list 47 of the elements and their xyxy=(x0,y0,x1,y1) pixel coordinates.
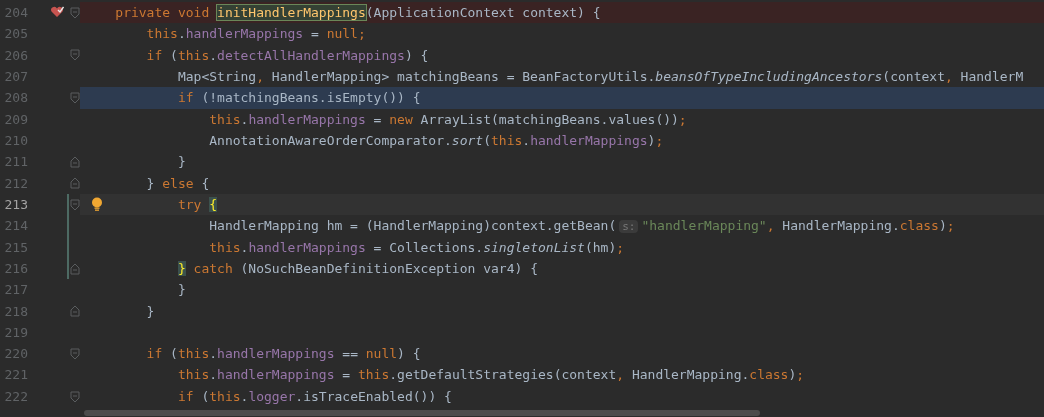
line-number: 220 xyxy=(3,345,28,364)
code-line: } catch (NoSuchBeanDefinitionException var4) { xyxy=(176,259,539,278)
line-number: 218 xyxy=(3,302,28,321)
fold-marker-icon[interactable] xyxy=(70,262,80,275)
line-number: 215 xyxy=(3,238,28,257)
code-line: } xyxy=(176,281,187,300)
code-line: this.handlerMappings = this.getDefaultStrategies(context, HandlerMapping.class); xyxy=(176,366,806,385)
fold-marker-icon[interactable] xyxy=(70,198,80,211)
code-line: AnnotationAwareOrderComparator.sort(this.handlerMappings); xyxy=(208,131,665,150)
fold-marker-icon[interactable] xyxy=(70,6,80,19)
line-number: 219 xyxy=(3,323,28,342)
code-line: HandlerMapping hm = (HandlerMapping)context.getBean( s: "handlerMapping", HandlerMapping.class); xyxy=(208,217,956,236)
line-number: 212 xyxy=(3,174,28,193)
code-line: if (this.logger.isTraceEnabled()) { xyxy=(176,387,453,406)
line-number: 211 xyxy=(3,153,28,172)
fold-marker-icon[interactable] xyxy=(70,49,80,62)
fold-marker-icon[interactable] xyxy=(70,347,80,360)
line-number: 221 xyxy=(3,366,28,385)
code-line: } xyxy=(176,153,187,172)
line-number: 209 xyxy=(3,110,28,129)
line-number: 204 xyxy=(3,3,28,22)
fold-marker-icon[interactable] xyxy=(70,305,80,318)
code-line: } else { xyxy=(145,174,211,193)
line-number: 216 xyxy=(3,259,28,278)
code-line: this.handlerMappings = new ArrayList(matchingBeans.values()); xyxy=(208,110,688,129)
code-line: this.handlerMappings = null; xyxy=(145,25,367,44)
fold-marker-icon[interactable] xyxy=(70,91,80,104)
horizontal-scrollbar-thumb[interactable] xyxy=(84,410,760,416)
code-line: this.handlerMappings = Collections.singletonList(hm); xyxy=(208,238,626,257)
breakpoint-check-icon[interactable] xyxy=(50,6,64,18)
code-line: } xyxy=(145,302,156,321)
fold-marker-icon[interactable] xyxy=(70,390,80,403)
line-number: 205 xyxy=(3,25,28,44)
line-number: 208 xyxy=(3,89,28,108)
code-line: if (this.detectAllHandlerMappings) { xyxy=(145,46,430,65)
line-number: 210 xyxy=(3,131,28,150)
line-number: 207 xyxy=(3,67,28,86)
fold-marker-icon[interactable] xyxy=(70,155,80,168)
line-number: 222 xyxy=(3,387,28,406)
code-line: Map<String, HandlerMapping> matchingBeans = BeanFactoryUtils.beansOfTypeIncludingAncestors(context, HandlerM xyxy=(176,67,1025,86)
line-number: 206 xyxy=(3,46,28,65)
line-number: 213 xyxy=(3,195,28,214)
code-line: if (this.handlerMappings == null) { xyxy=(145,345,422,364)
line-number: 214 xyxy=(3,217,28,236)
lightbulb-icon[interactable] xyxy=(91,196,103,212)
line-number: 217 xyxy=(3,281,28,300)
fold-marker-icon[interactable] xyxy=(70,177,80,190)
